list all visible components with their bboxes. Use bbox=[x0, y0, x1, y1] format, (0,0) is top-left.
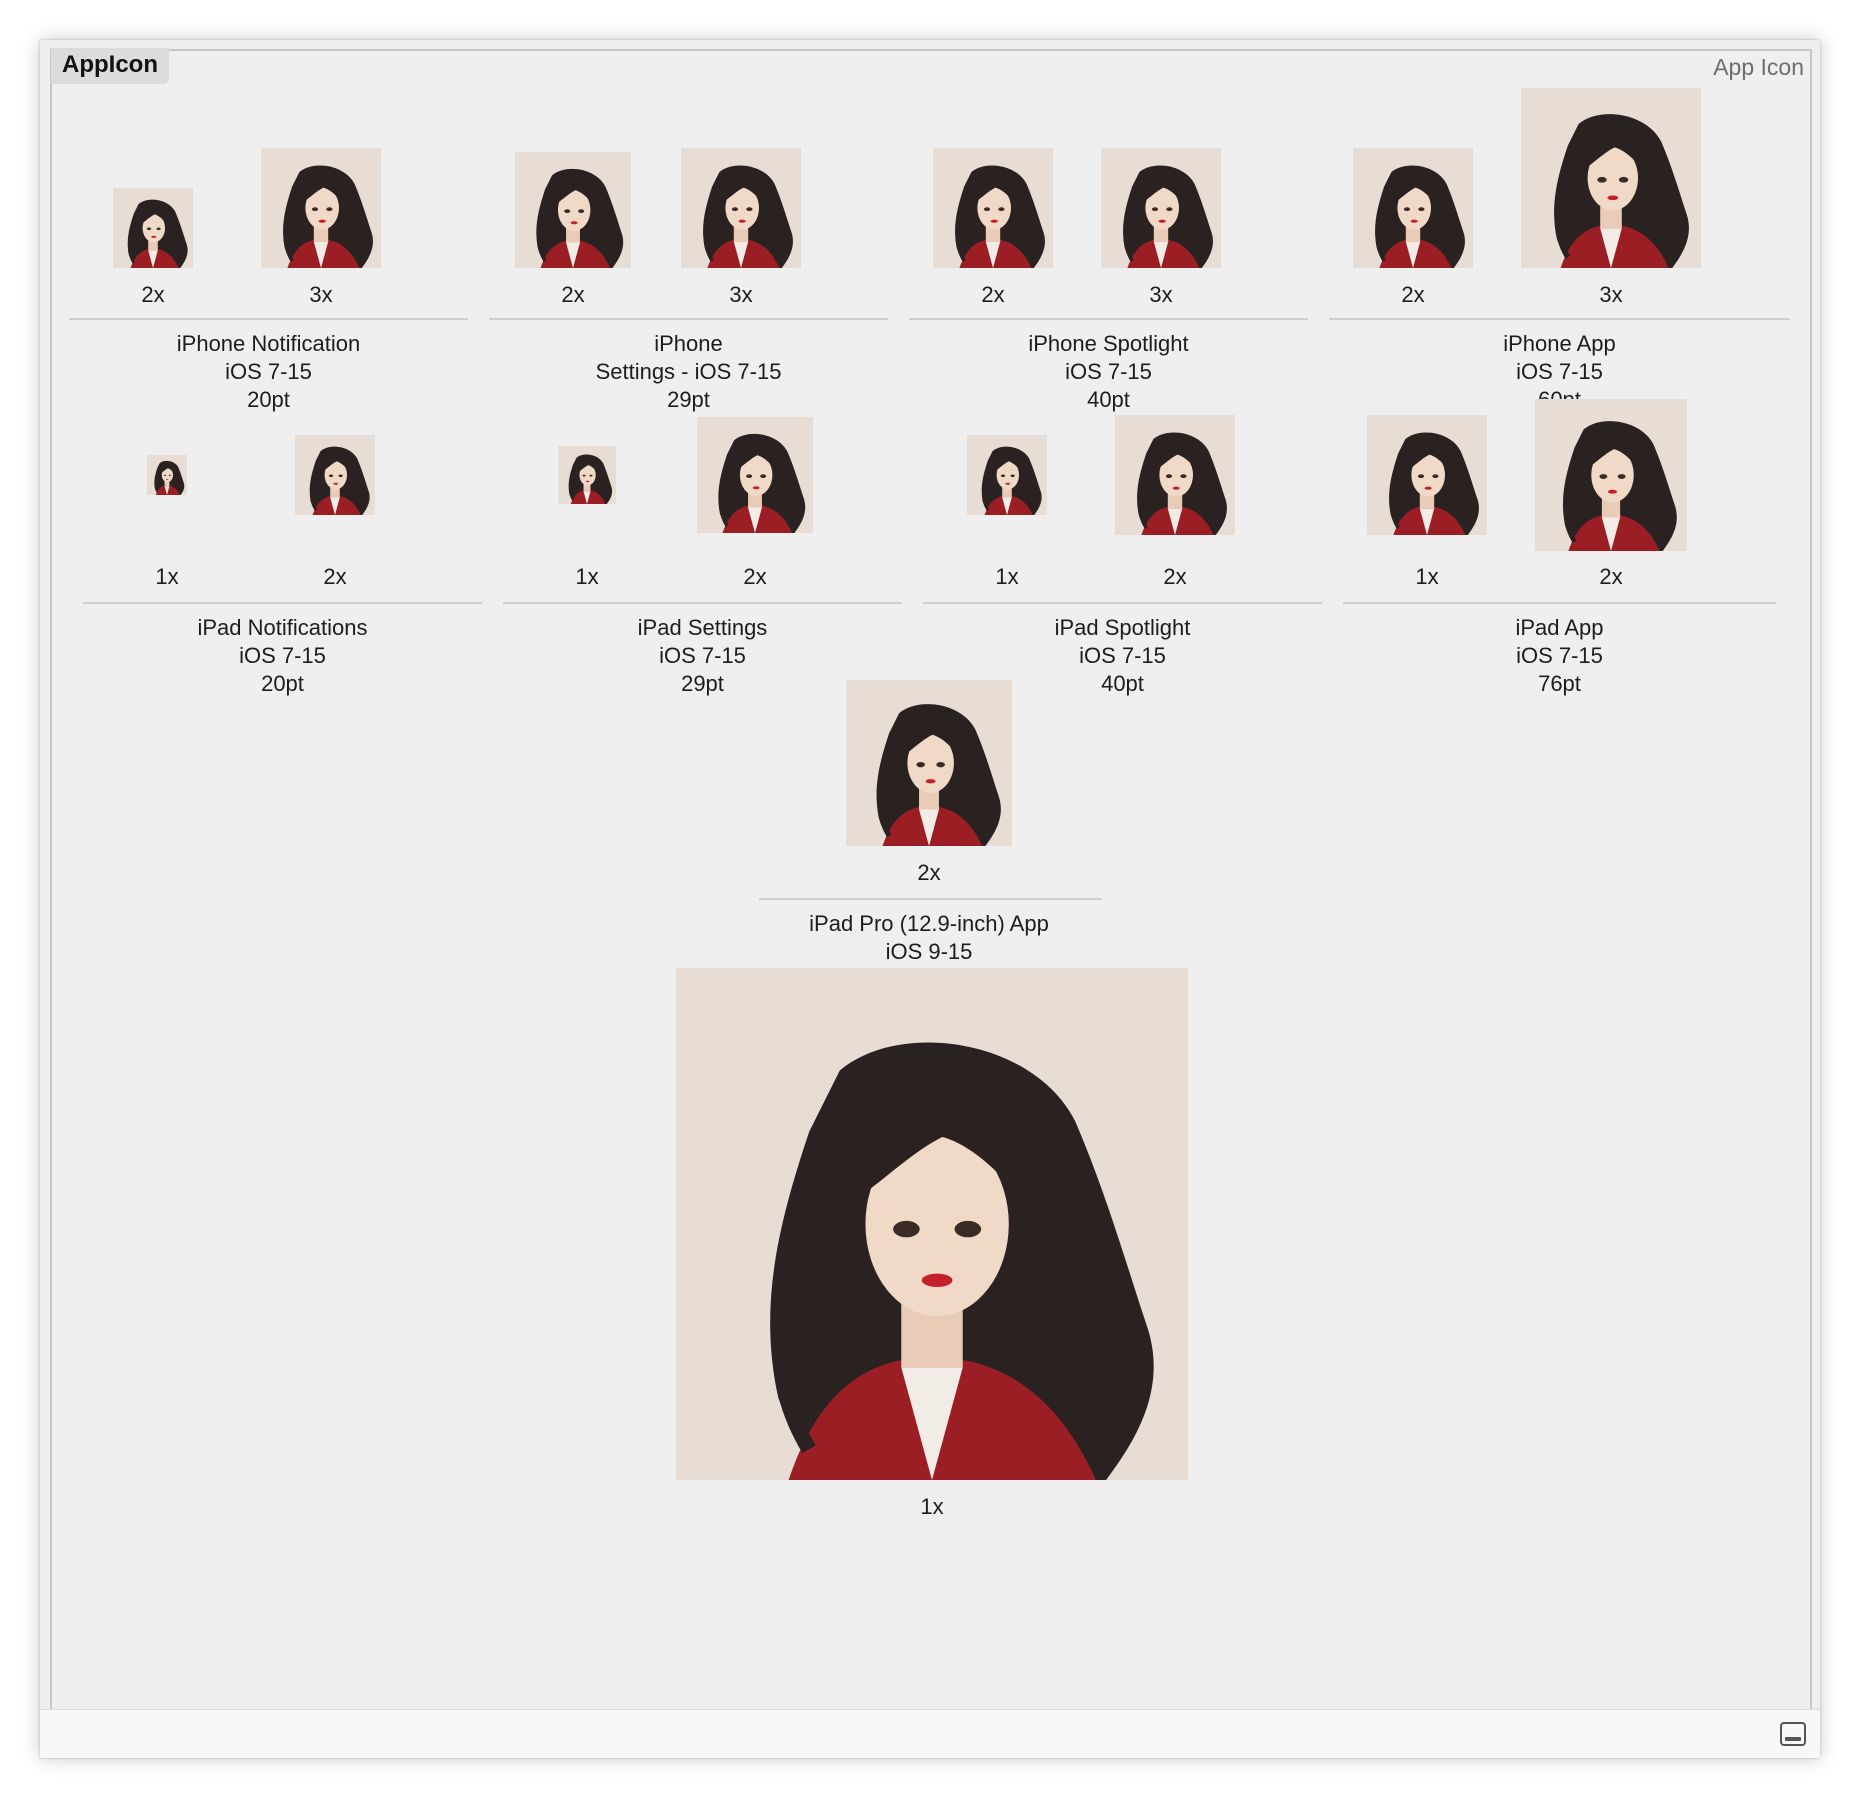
scale-label: 1x bbox=[1415, 564, 1439, 589]
show-attributes-panel-icon[interactable] bbox=[1780, 1722, 1806, 1746]
scale-label: 1x bbox=[920, 1494, 944, 1519]
group-point-size: 76pt bbox=[1538, 671, 1581, 696]
scale-label: 3x bbox=[1599, 282, 1623, 307]
icon-slot[interactable]: 1x bbox=[676, 968, 1188, 1520]
portrait-icon bbox=[113, 188, 193, 268]
icon-slot[interactable]: 1x bbox=[137, 400, 197, 590]
portrait-icon bbox=[1521, 88, 1701, 268]
portrait-icon bbox=[1115, 415, 1235, 535]
icon-slot[interactable]: 2x bbox=[515, 100, 631, 308]
group-os-range: iOS 7-15 bbox=[1065, 359, 1152, 384]
group-label: iPad App iOS 7-15 76pt bbox=[1335, 614, 1784, 698]
scale-label: 2x bbox=[141, 282, 165, 307]
group-divider bbox=[923, 602, 1322, 604]
group-title: iPhone Spotlight bbox=[1028, 331, 1189, 356]
group-os-range: iOS 7-15 bbox=[239, 643, 326, 668]
bottom-bar bbox=[40, 1709, 1820, 1758]
group-title: iPhone App bbox=[1503, 331, 1616, 356]
group-os-range: iOS 9-15 bbox=[885, 939, 973, 964]
group-point-size: 40pt bbox=[1087, 387, 1130, 412]
scale-label: 2x bbox=[1163, 564, 1187, 589]
portrait-icon bbox=[697, 417, 813, 533]
group-label: iPhone Spotlight iOS 7-15 40pt bbox=[901, 330, 1316, 414]
group-divider bbox=[1343, 602, 1776, 604]
icon-slot[interactable]: 3x bbox=[261, 100, 381, 308]
portrait-icon bbox=[295, 435, 375, 515]
portrait-icon bbox=[967, 435, 1047, 515]
scale-label: 2x bbox=[917, 860, 941, 885]
group-title: iPad Settings bbox=[637, 615, 768, 640]
asset-catalog-window: AppIcon App Icon 2x 3x iPhone Notification… bbox=[40, 40, 1820, 1758]
group-os-range: Settings - iOS 7-15 bbox=[595, 359, 782, 384]
group-divider bbox=[1329, 318, 1790, 320]
group-title: iPad Pro (12.9-inch) App bbox=[809, 911, 1049, 936]
group-label: iPhone Notification iOS 7-15 20pt bbox=[61, 330, 476, 414]
group-os-range: iOS 7-15 bbox=[659, 643, 746, 668]
group-title: iPad Spotlight bbox=[1054, 615, 1191, 640]
portrait-icon bbox=[681, 148, 801, 268]
icon-slot[interactable]: 3x bbox=[681, 100, 801, 308]
scale-label: 2x bbox=[1599, 564, 1623, 589]
icon-slot[interactable]: 2x bbox=[295, 400, 375, 590]
group-label: iPad Notifications iOS 7-15 20pt bbox=[75, 614, 490, 698]
scale-label: 3x bbox=[309, 282, 333, 307]
icon-slot[interactable]: 2x bbox=[1115, 400, 1235, 590]
icon-slot[interactable]: 1x bbox=[1367, 400, 1487, 590]
group-point-size: 20pt bbox=[247, 387, 290, 412]
asset-set-name[interactable]: AppIcon bbox=[51, 48, 169, 84]
group-divider bbox=[909, 318, 1308, 320]
group-point-size: 29pt bbox=[667, 387, 710, 412]
group-title: iPhone Notification bbox=[176, 331, 361, 356]
portrait-icon bbox=[1101, 148, 1221, 268]
scale-label: 3x bbox=[729, 282, 753, 307]
scale-label: 2x bbox=[743, 564, 767, 589]
icon-slot[interactable]: 2x bbox=[113, 100, 193, 308]
icon-slot[interactable]: 2x bbox=[697, 400, 813, 590]
group-os-range: iOS 7-15 bbox=[225, 359, 312, 384]
portrait-icon bbox=[515, 152, 631, 268]
portrait-icon bbox=[1353, 148, 1473, 268]
icon-slot[interactable]: 1x bbox=[967, 400, 1047, 590]
group-divider bbox=[83, 602, 482, 604]
portrait-icon bbox=[261, 148, 381, 268]
group-divider bbox=[69, 318, 468, 320]
icon-slot[interactable]: 2x bbox=[1353, 80, 1473, 308]
group-point-size: 20pt bbox=[261, 671, 304, 696]
icon-slot[interactable]: 1x bbox=[557, 400, 617, 590]
icon-slot[interactable]: 3x bbox=[1521, 80, 1701, 308]
scale-label: 1x bbox=[995, 564, 1019, 589]
group-label: iPhone Settings - iOS 7-15 29pt bbox=[481, 330, 896, 414]
portrait-icon bbox=[1367, 415, 1487, 535]
portrait-icon bbox=[846, 680, 1012, 846]
icon-slot[interactable]: 3x bbox=[1101, 100, 1221, 308]
icon-slot[interactable]: 2x bbox=[933, 100, 1053, 308]
scale-label: 2x bbox=[981, 282, 1005, 307]
group-os-range: iOS 7-15 bbox=[1516, 359, 1603, 384]
group-os-range: iOS 7-15 bbox=[1079, 643, 1166, 668]
portrait-icon bbox=[1535, 399, 1687, 551]
scale-label: 1x bbox=[155, 564, 179, 589]
icon-slot[interactable]: 2x bbox=[1535, 400, 1687, 590]
portrait-icon bbox=[558, 446, 616, 504]
portrait-icon bbox=[933, 148, 1053, 268]
group-title: iPhone bbox=[654, 331, 723, 356]
portrait-icon bbox=[676, 968, 1188, 1480]
portrait-icon bbox=[147, 455, 187, 495]
scale-label: 3x bbox=[1149, 282, 1173, 307]
group-divider bbox=[489, 318, 888, 320]
asset-set-type: App Icon bbox=[1713, 54, 1804, 80]
scale-label: 2x bbox=[1401, 282, 1425, 307]
group-divider bbox=[503, 602, 902, 604]
scale-label: 2x bbox=[561, 282, 585, 307]
group-title: iPad App bbox=[1515, 615, 1604, 640]
group-divider bbox=[759, 898, 1102, 900]
icon-slot[interactable]: 2x bbox=[846, 680, 1012, 886]
group-os-range: iOS 7-15 bbox=[1516, 643, 1603, 668]
scale-label: 1x bbox=[575, 564, 599, 589]
group-title: iPad Notifications bbox=[197, 615, 368, 640]
scale-label: 2x bbox=[323, 564, 347, 589]
